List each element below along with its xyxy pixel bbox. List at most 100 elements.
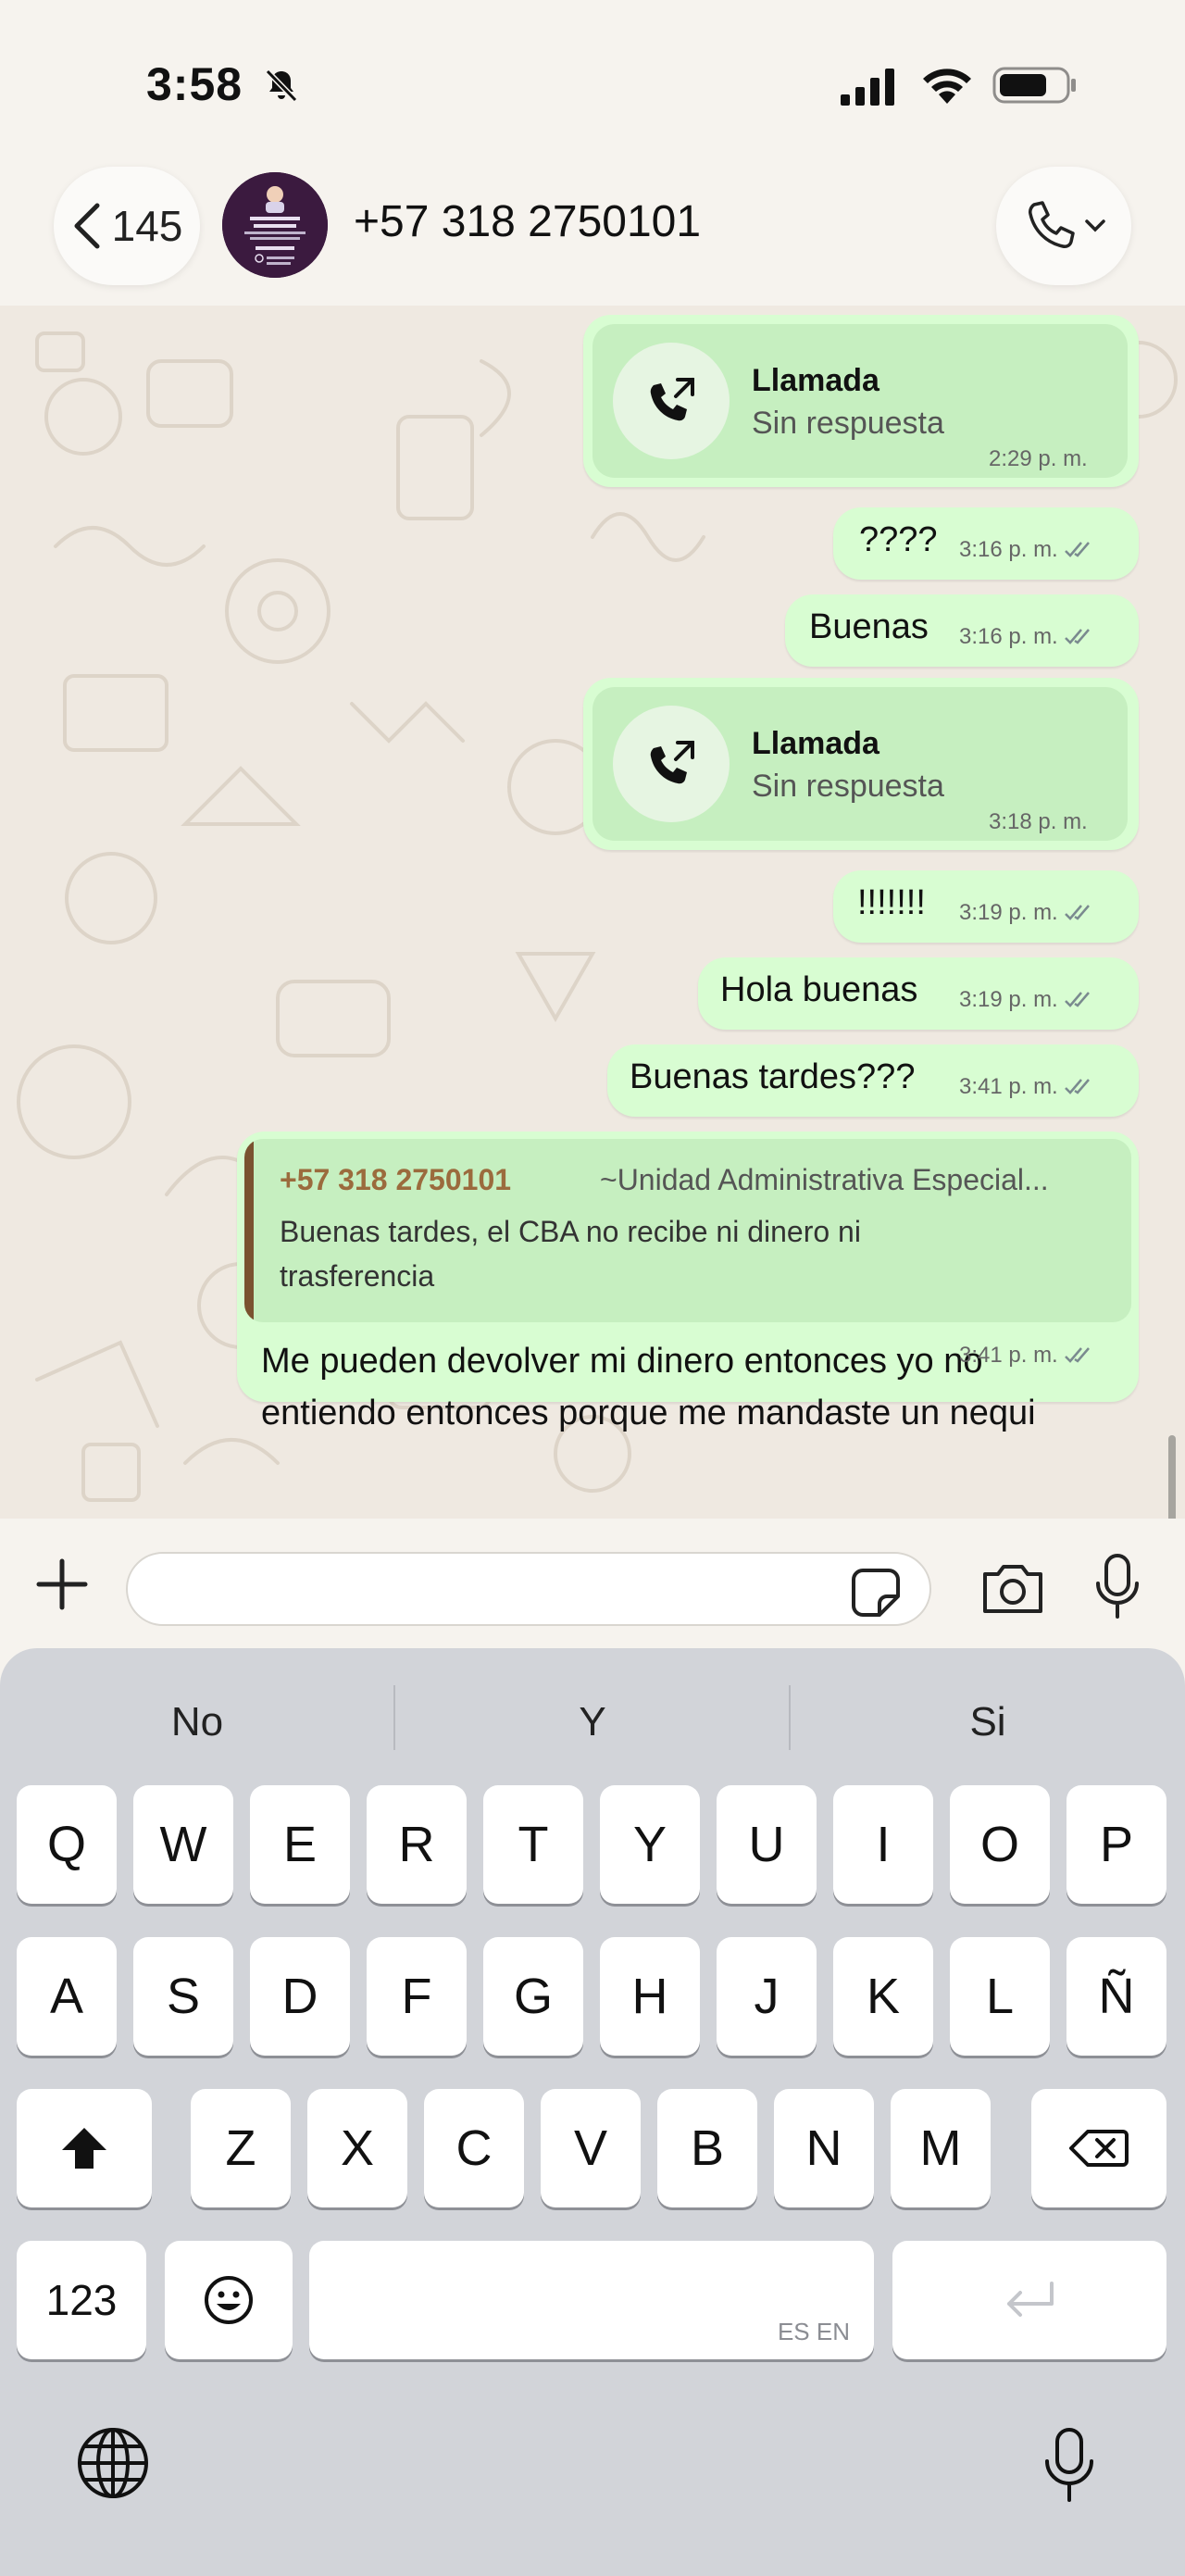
quote-text: Buenas tardes, el CBA no recibe ni diner… bbox=[280, 1215, 861, 1293]
message-composer bbox=[0, 1519, 1185, 1648]
keyboard-language-label: ES EN bbox=[777, 2318, 850, 2345]
message-call[interactable]: Llamada Sin respuesta 3:18 p. m. bbox=[583, 678, 1139, 850]
message-time: 3:41 p. m. bbox=[959, 1343, 1095, 1369]
key-o[interactable]: O bbox=[950, 1785, 1050, 1904]
status-bar: 3:58 bbox=[0, 0, 1185, 157]
key-l[interactable]: L bbox=[950, 1937, 1050, 2056]
chat-scrollbar[interactable] bbox=[1168, 1435, 1176, 1519]
message-input-box[interactable] bbox=[126, 1552, 931, 1626]
key-j[interactable]: J bbox=[717, 1937, 817, 2056]
return-key[interactable] bbox=[892, 2241, 1166, 2359]
call-button[interactable] bbox=[996, 167, 1131, 285]
message-text[interactable]: Buenas 3:16 p. m. bbox=[785, 594, 1139, 667]
message-time: 3:16 p. m. bbox=[959, 624, 1095, 650]
message-text[interactable]: !!!!!!! 3:19 p. m. bbox=[833, 870, 1139, 943]
key-s[interactable]: S bbox=[133, 1937, 233, 2056]
unread-count: 145 bbox=[111, 202, 183, 250]
phone-icon bbox=[1029, 201, 1075, 248]
contact-name[interactable]: +57 318 2750101 bbox=[354, 196, 701, 247]
suggestion-3[interactable]: Si bbox=[791, 1685, 1185, 1759]
shift-key[interactable] bbox=[17, 2089, 152, 2207]
time-label: 3:16 p. m. bbox=[959, 624, 1058, 649]
plus-icon[interactable] bbox=[33, 1556, 91, 1613]
sticker-icon[interactable] bbox=[850, 1567, 902, 1619]
call-title: Llamada bbox=[752, 363, 879, 398]
backspace-icon bbox=[1069, 2130, 1129, 2167]
back-button[interactable]: 145 bbox=[54, 167, 200, 285]
dictation-mic-icon[interactable] bbox=[1041, 2426, 1098, 2504]
quote-group: ~Unidad Administrativa Especial... bbox=[600, 1163, 1049, 1196]
key-h[interactable]: H bbox=[600, 1937, 700, 2056]
message-text[interactable]: Buenas tardes??? 3:41 p. m. bbox=[607, 1044, 1139, 1117]
key-v[interactable]: V bbox=[541, 2089, 641, 2207]
message-body: Me pueden devolver mi dinero entonces yo… bbox=[261, 1342, 1036, 1432]
suggestion-2[interactable]: Y bbox=[395, 1685, 790, 1759]
key-e[interactable]: E bbox=[250, 1785, 350, 1904]
key-i[interactable]: I bbox=[833, 1785, 933, 1904]
time-label: 3:19 p. m. bbox=[959, 900, 1058, 925]
avatar-image bbox=[222, 172, 328, 278]
key-y[interactable]: Y bbox=[600, 1785, 700, 1904]
keyboard: No Y Si Q W E R T Y U I O P A S D F G H … bbox=[0, 1648, 1185, 2576]
read-ticks-icon bbox=[1064, 992, 1090, 1007]
key-m[interactable]: M bbox=[891, 2089, 991, 2207]
numbers-key[interactable]: 123 bbox=[17, 2241, 146, 2359]
key-u[interactable]: U bbox=[717, 1785, 817, 1904]
message-body: Buenas bbox=[809, 607, 929, 646]
read-ticks-icon bbox=[1064, 542, 1090, 557]
message-time: 3:41 p. m. bbox=[959, 1074, 1095, 1100]
chevron-down-icon bbox=[1085, 219, 1105, 232]
time-label: 3:41 p. m. bbox=[959, 1074, 1058, 1099]
time-label: 3:18 p. m. bbox=[989, 809, 1088, 834]
message-text[interactable]: Hola buenas 3:19 p. m. bbox=[698, 957, 1139, 1030]
message-text[interactable]: ???? 3:16 p. m. bbox=[833, 507, 1139, 580]
key-t[interactable]: T bbox=[483, 1785, 583, 1904]
message-body: Buenas tardes??? bbox=[630, 1057, 916, 1096]
key-b[interactable]: B bbox=[657, 2089, 757, 2207]
key-g[interactable]: G bbox=[483, 1937, 583, 2056]
message-input[interactable] bbox=[150, 1554, 857, 1626]
silent-bell-icon bbox=[265, 69, 298, 103]
key-p[interactable]: P bbox=[1066, 1785, 1166, 1904]
globe-icon[interactable] bbox=[74, 2424, 152, 2502]
key-x[interactable]: X bbox=[307, 2089, 407, 2207]
message-call[interactable]: Llamada Sin respuesta 2:29 p. m. bbox=[583, 315, 1139, 487]
key-c[interactable]: C bbox=[424, 2089, 524, 2207]
microphone-icon[interactable] bbox=[1092, 1552, 1142, 1622]
key-d[interactable]: D bbox=[250, 1937, 350, 2056]
call-status: Sin respuesta bbox=[752, 406, 944, 441]
call-title: Llamada bbox=[752, 726, 879, 761]
space-key[interactable]: ES EN bbox=[309, 2241, 874, 2359]
read-ticks-icon bbox=[1064, 1079, 1090, 1094]
quoted-message[interactable]: +57 318 2750101 ~Unidad Administrativa E… bbox=[244, 1139, 1131, 1322]
suggestion-1[interactable]: No bbox=[0, 1685, 394, 1759]
time-label: 3:41 p. m. bbox=[959, 1343, 1058, 1368]
camera-icon[interactable] bbox=[979, 1559, 1046, 1619]
message-time: 3:19 p. m. bbox=[959, 900, 1095, 926]
key-a[interactable]: A bbox=[17, 1937, 117, 2056]
emoji-key[interactable] bbox=[165, 2241, 293, 2359]
key-k[interactable]: K bbox=[833, 1937, 933, 2056]
key-q[interactable]: Q bbox=[17, 1785, 117, 1904]
read-ticks-icon bbox=[1064, 629, 1090, 644]
message-reply[interactable]: +57 318 2750101 ~Unidad Administrativa E… bbox=[237, 1132, 1139, 1432]
message-body: !!!!!!! bbox=[857, 883, 926, 922]
chat-area[interactable]: Llamada Sin respuesta 2:29 p. m. ???? 3:… bbox=[0, 306, 1185, 1519]
emoji-icon bbox=[205, 2276, 253, 2324]
key-f[interactable]: F bbox=[367, 1937, 467, 2056]
chevron-left-icon bbox=[74, 203, 100, 249]
call-status: Sin respuesta bbox=[752, 769, 944, 804]
key-enye[interactable]: Ñ bbox=[1066, 1937, 1166, 2056]
contact-avatar[interactable] bbox=[222, 172, 328, 278]
key-r[interactable]: R bbox=[367, 1785, 467, 1904]
quote-sender: +57 318 2750101 bbox=[280, 1163, 512, 1196]
battery-icon bbox=[992, 67, 1076, 104]
key-w[interactable]: W bbox=[133, 1785, 233, 1904]
message-time: 3:19 p. m. bbox=[959, 987, 1095, 1013]
backspace-key[interactable] bbox=[1031, 2089, 1166, 2207]
message-time: 3:16 p. m. bbox=[959, 537, 1095, 563]
time-label: 3:16 p. m. bbox=[959, 537, 1058, 562]
cellular-signal-icon bbox=[841, 69, 894, 106]
key-n[interactable]: N bbox=[774, 2089, 874, 2207]
key-z[interactable]: Z bbox=[191, 2089, 291, 2207]
